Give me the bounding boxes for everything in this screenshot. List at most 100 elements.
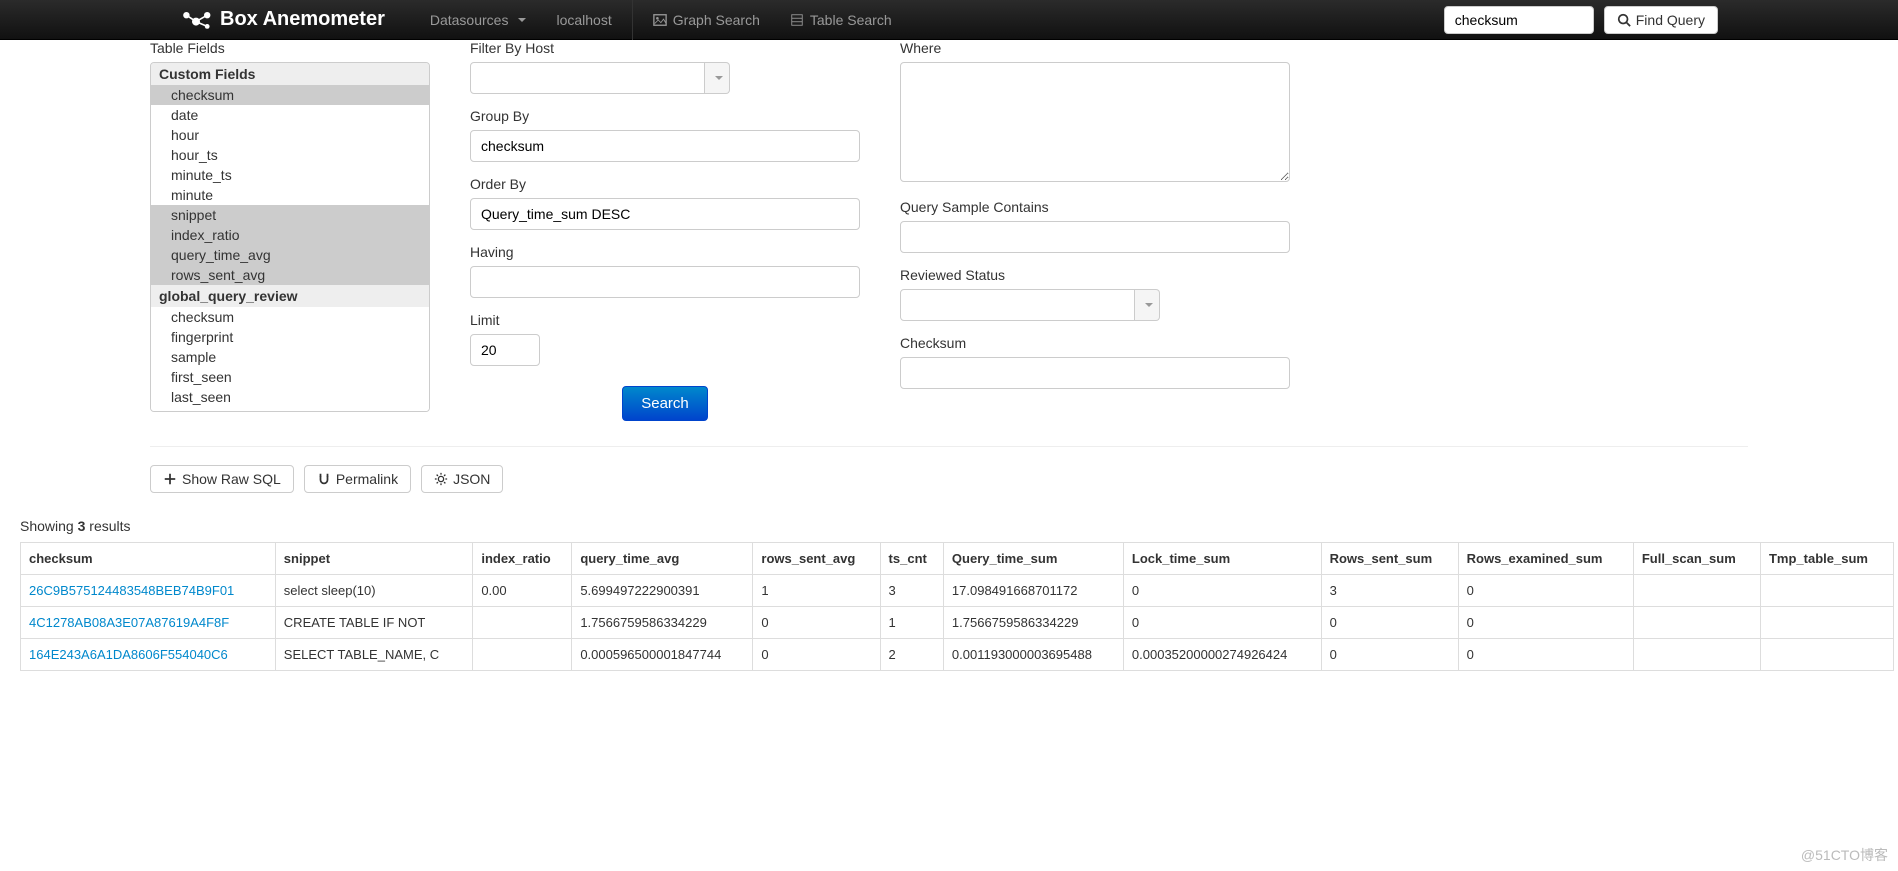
brand-logo-icon	[180, 10, 212, 30]
listbox-option[interactable]: first_seen	[151, 367, 429, 387]
find-query-label: Find Query	[1636, 12, 1705, 28]
listbox-group-header: Custom Fields	[151, 63, 429, 85]
table-cell: 0	[1458, 639, 1633, 671]
table-cell: select sleep(10)	[275, 575, 473, 607]
search-button[interactable]: Search	[622, 386, 708, 421]
listbox-option[interactable]: fingerprint	[151, 327, 429, 347]
table-header-cell[interactable]: query_time_avg	[572, 543, 753, 575]
where-textarea[interactable]	[900, 62, 1290, 182]
nav-table-search-label: Table Search	[810, 12, 892, 28]
reviewed-status-label: Reviewed Status	[900, 267, 1290, 283]
table-header-cell[interactable]: snippet	[275, 543, 473, 575]
having-input[interactable]	[470, 266, 860, 298]
table-cell: 3	[880, 575, 943, 607]
sample-contains-input[interactable]	[900, 221, 1290, 253]
listbox-option[interactable]: checksum	[151, 85, 429, 105]
table-header-cell[interactable]: ts_cnt	[880, 543, 943, 575]
table-cell: 0	[1321, 639, 1458, 671]
gear-icon	[434, 472, 448, 486]
sample-contains-label: Query Sample Contains	[900, 199, 1290, 215]
listbox-option[interactable]: minute	[151, 185, 429, 205]
listbox-option[interactable]: snippet	[151, 205, 429, 225]
table-header-cell[interactable]: Query_time_sum	[943, 543, 1123, 575]
table-cell	[473, 639, 572, 671]
table-header-cell[interactable]: Lock_time_sum	[1123, 543, 1321, 575]
table-header-cell[interactable]: rows_sent_avg	[753, 543, 880, 575]
filter-host-dropdown-button[interactable]	[705, 62, 730, 94]
permalink-label: Permalink	[336, 471, 398, 487]
table-cell: 0.00035200000274926424	[1123, 639, 1321, 671]
listbox-option[interactable]: checksum	[151, 307, 429, 327]
listbox-option[interactable]: sample	[151, 347, 429, 367]
table-cell	[1633, 575, 1760, 607]
reviewed-status-input[interactable]	[900, 289, 1135, 321]
where-label: Where	[900, 40, 1290, 56]
listbox-option[interactable]: minute_ts	[151, 165, 429, 185]
nav-right: Find Query	[1444, 6, 1718, 34]
listbox-option[interactable]: query_time_avg	[151, 245, 429, 265]
reviewed-status-dropdown-button[interactable]	[1135, 289, 1160, 321]
limit-label: Limit	[470, 312, 860, 328]
table-cell: 0	[1123, 607, 1321, 639]
listbox-group-header: global_query_review	[151, 285, 429, 307]
magnet-icon	[317, 472, 331, 486]
table-cell: 5.699497222900391	[572, 575, 753, 607]
show-raw-sql-label: Show Raw SQL	[182, 471, 281, 487]
nav-graph-search[interactable]: Graph Search	[638, 2, 775, 38]
table-cell: 0	[753, 639, 880, 671]
nav-graph-search-label: Graph Search	[673, 12, 760, 28]
order-by-input[interactable]	[470, 198, 860, 230]
listbox-option[interactable]: hour	[151, 125, 429, 145]
show-raw-sql-button[interactable]: Show Raw SQL	[150, 465, 294, 493]
nav-datasources-label: Datasources	[430, 12, 509, 28]
nav-items: Datasources localhost Graph Search Table…	[415, 0, 907, 40]
filter-host-input[interactable]	[470, 62, 705, 94]
table-fields-listbox[interactable]: Custom Fieldschecksumdatehourhour_tsminu…	[150, 62, 430, 412]
table-header-cell[interactable]: Rows_sent_sum	[1321, 543, 1458, 575]
table-header-cell[interactable]: index_ratio	[473, 543, 572, 575]
table-cell: 17.098491668701172	[943, 575, 1123, 607]
limit-input[interactable]	[470, 334, 540, 366]
table-cell: 164E243A6A1DA8606F554040C6	[21, 639, 276, 671]
listbox-option[interactable]: hour_ts	[151, 145, 429, 165]
results-prefix: Showing	[20, 518, 78, 534]
table-cell: 0.000596500001847744	[572, 639, 753, 671]
checksum-link[interactable]: 4C1278AB08A3E07A87619A4F8F	[29, 615, 229, 630]
json-button[interactable]: JSON	[421, 465, 503, 493]
permalink-button[interactable]: Permalink	[304, 465, 411, 493]
nav-divider	[632, 0, 633, 40]
table-cell: 4C1278AB08A3E07A87619A4F8F	[21, 607, 276, 639]
table-header-cell[interactable]: Rows_examined_sum	[1458, 543, 1633, 575]
table-header-cell[interactable]: Tmp_table_sum	[1760, 543, 1893, 575]
checksum-input[interactable]	[900, 357, 1290, 389]
nav-localhost[interactable]: localhost	[541, 2, 626, 38]
checksum-link[interactable]: 26C9B575124483548BEB74B9F01	[29, 583, 234, 598]
table-cell: 0	[753, 607, 880, 639]
listbox-option[interactable]: index_ratio	[151, 225, 429, 245]
brand-text: Box Anemometer	[220, 8, 385, 31]
checksum-link[interactable]: 164E243A6A1DA8606F554040C6	[29, 647, 228, 662]
table-fields-label: Table Fields	[150, 40, 430, 56]
listbox-option[interactable]: last_seen	[151, 387, 429, 407]
checksum-search-input[interactable]	[1444, 6, 1594, 34]
group-by-label: Group By	[470, 108, 860, 124]
find-query-button[interactable]: Find Query	[1604, 6, 1718, 34]
table-cell: 26C9B575124483548BEB74B9F01	[21, 575, 276, 607]
listbox-option[interactable]: reviewed_by	[151, 407, 429, 412]
table-header-cell[interactable]: Full_scan_sum	[1633, 543, 1760, 575]
listbox-option[interactable]: rows_sent_avg	[151, 265, 429, 285]
nav-datasources[interactable]: Datasources	[415, 2, 542, 38]
group-by-input[interactable]	[470, 130, 860, 162]
table-header-cell[interactable]: checksum	[21, 543, 276, 575]
brand[interactable]: Box Anemometer	[180, 8, 385, 31]
table-cell	[1760, 607, 1893, 639]
table-cell: 0	[1123, 575, 1321, 607]
table-cell: 0	[1321, 607, 1458, 639]
nav-table-search[interactable]: Table Search	[775, 2, 907, 38]
table-cell: SELECT TABLE_NAME, C	[275, 639, 473, 671]
listbox-option[interactable]: date	[151, 105, 429, 125]
table-cell: 0.00	[473, 575, 572, 607]
checksum-label: Checksum	[900, 335, 1290, 351]
table-cell: 1.7566759586334229	[572, 607, 753, 639]
plus-icon	[163, 472, 177, 486]
